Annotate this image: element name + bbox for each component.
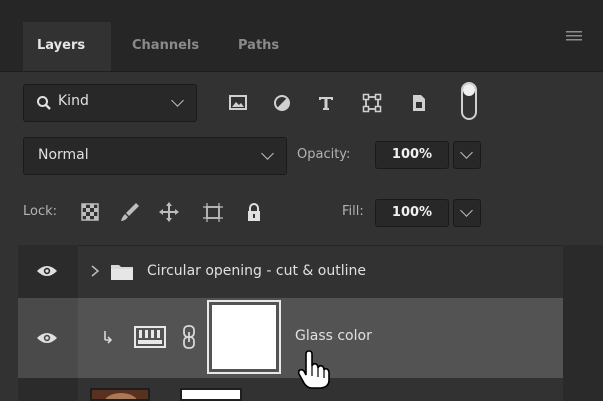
layer-mask-thumbnail[interactable]	[207, 300, 281, 374]
layer-row-glass-color[interactable]	[18, 298, 563, 378]
layer-name-glass-color[interactable]: Glass color	[295, 328, 372, 344]
shape-layer-filter-icon[interactable]	[358, 89, 386, 117]
expand-chevron-icon[interactable]	[90, 264, 100, 278]
pixel-layer-filter-icon[interactable]	[224, 89, 252, 117]
hand-cursor-icon	[297, 350, 330, 389]
lock-all-icon[interactable]	[242, 200, 266, 224]
fill-slider-button[interactable]	[453, 199, 481, 227]
filter-type-dropdown[interactable]: Kind	[23, 84, 197, 122]
filter-kind-label: Kind	[58, 93, 89, 109]
blend-mode-value: Normal	[38, 147, 89, 163]
chevron-down-icon	[171, 94, 184, 107]
chain-link-icon[interactable]	[182, 324, 196, 350]
blend-mode-dropdown[interactable]: Normal	[23, 137, 287, 175]
tab-channels-label: Channels	[132, 38, 200, 53]
panel-menu-icon[interactable]	[566, 30, 582, 42]
eye-icon[interactable]	[36, 331, 58, 345]
smart-object-filter-icon[interactable]	[404, 89, 432, 117]
opacity-input[interactable]: 100%	[375, 141, 449, 169]
lock-label: Lock:	[23, 204, 58, 219]
chevron-down-icon	[460, 146, 473, 159]
chevron-down-icon	[261, 147, 274, 160]
gradient-fill-icon	[134, 326, 166, 348]
layer-mask-thumbnail-partial	[180, 388, 242, 401]
opacity-label: Opacity:	[297, 147, 351, 162]
opacity-slider-button[interactable]	[453, 141, 481, 169]
tab-layers-label: Layers	[37, 38, 86, 53]
eye-icon[interactable]	[36, 264, 58, 278]
fill-input[interactable]: 100%	[375, 199, 449, 227]
layer-thumbnail-photo	[90, 388, 150, 401]
tab-paths[interactable]: Paths	[236, 22, 316, 71]
folder-icon	[111, 265, 133, 280]
lock-artboard-icon[interactable]	[201, 200, 225, 224]
lock-transparent-pixels-icon[interactable]	[78, 200, 102, 224]
tab-channels[interactable]: Channels	[120, 22, 224, 71]
filter-toggle-switch[interactable]	[461, 82, 477, 120]
clipping-mask-arrow-icon	[104, 331, 113, 344]
filter-toggle-knob	[463, 84, 475, 96]
tab-paths-label: Paths	[238, 38, 280, 53]
chevron-down-icon	[460, 204, 473, 217]
lock-image-pixels-icon[interactable]	[118, 200, 142, 224]
search-icon	[37, 96, 51, 110]
lock-position-icon[interactable]	[157, 200, 181, 224]
layers-scrollbar[interactable]	[563, 245, 603, 401]
fill-label: Fill:	[342, 204, 364, 219]
layer-name-group[interactable]: Circular opening - cut & outline	[147, 263, 366, 279]
tab-layers[interactable]: Layers	[23, 22, 111, 71]
adjustment-layer-filter-icon[interactable]	[268, 89, 296, 117]
type-layer-filter-icon[interactable]	[312, 89, 340, 117]
